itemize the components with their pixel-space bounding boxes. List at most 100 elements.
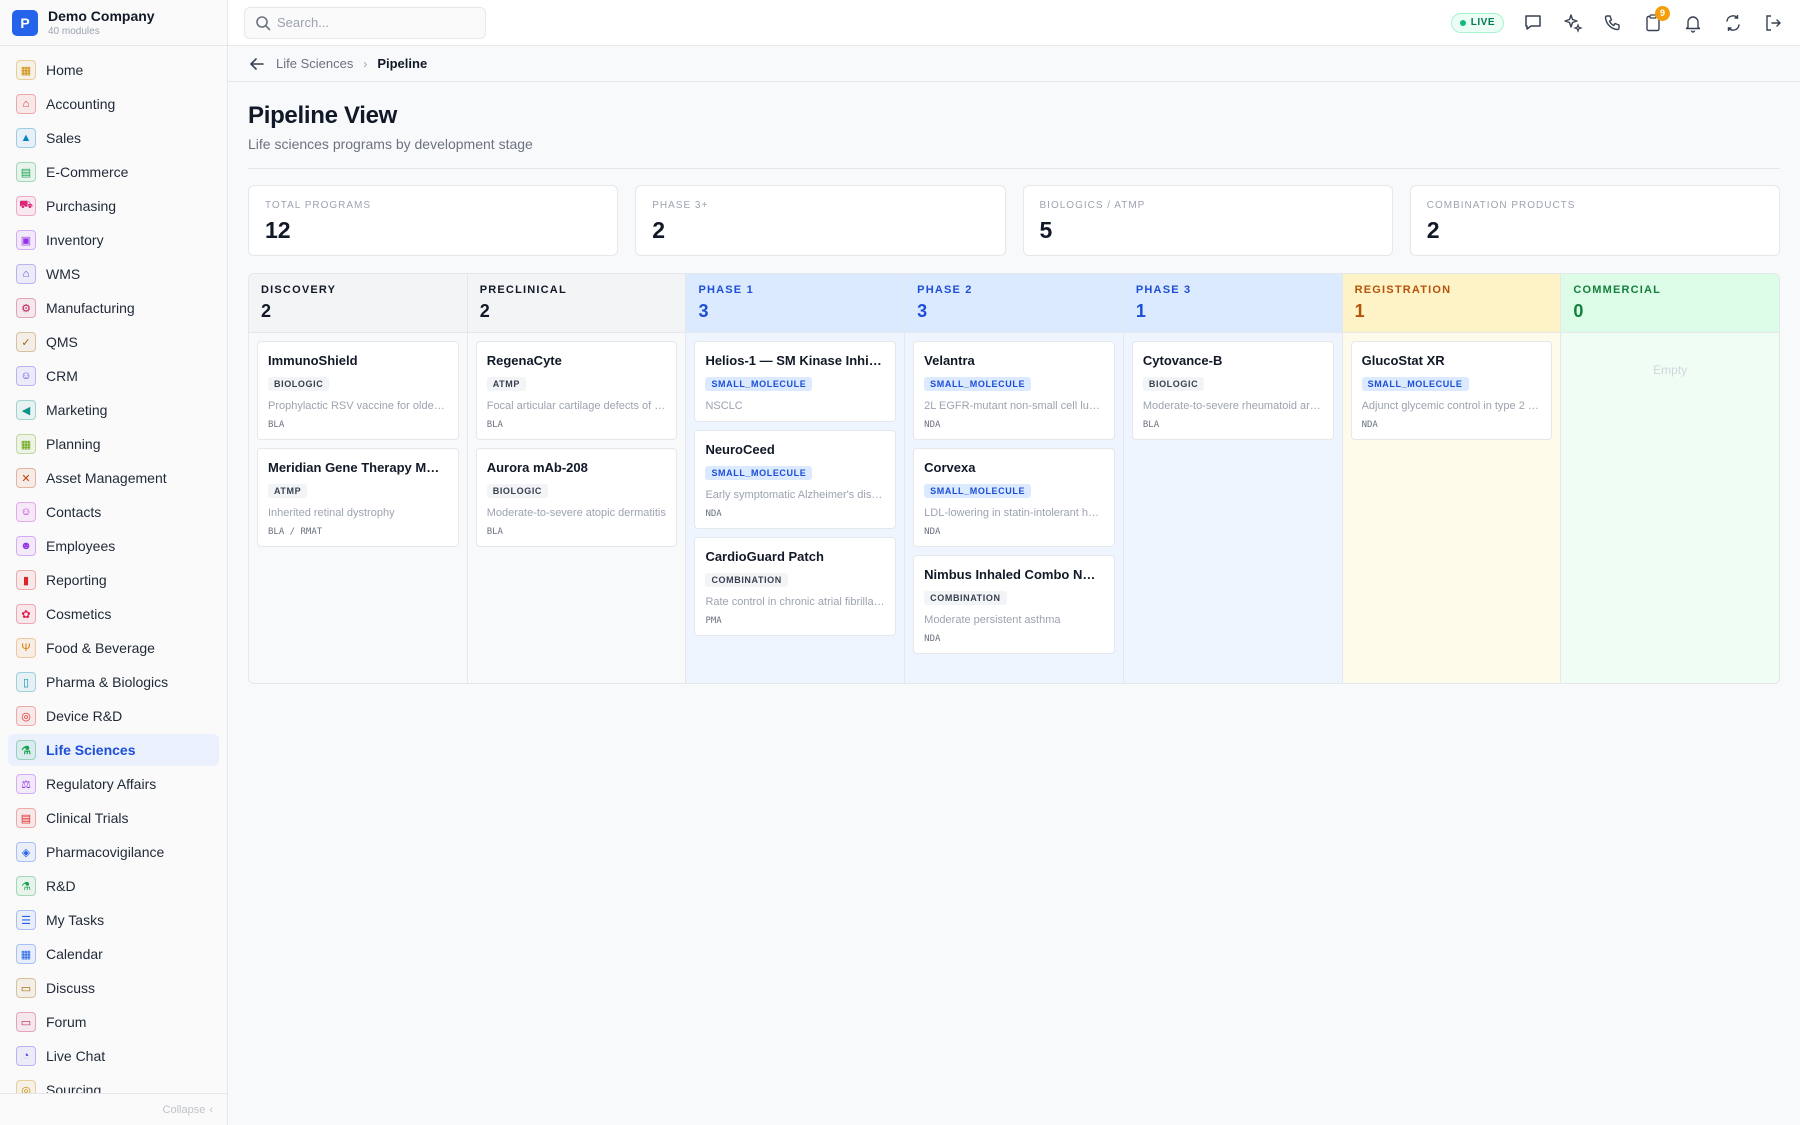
program-indication: Prophylactic RSV vaccine for older adult… [268, 400, 448, 412]
stat-label: PHASE 3+ [652, 200, 709, 211]
refresh-icon[interactable] [1722, 12, 1744, 34]
sidebar-item-contacts[interactable]: ☺ Contacts [8, 496, 219, 528]
sidebar-item-asset-management[interactable]: ✕ Asset Management [8, 462, 219, 494]
stage-count: 3 [698, 301, 709, 321]
brand-header[interactable]: P Demo Company 40 modules [0, 0, 227, 46]
sidebar-item-label: QMS [46, 334, 78, 350]
program-card[interactable]: GlucoStat XR SMALL_MOLECULE Adjunct glycem… [1350, 341, 1553, 440]
sidebar-item-planning[interactable]: ▦ Planning [8, 428, 219, 460]
calendar-icon: ▦ [16, 944, 36, 964]
program-title: CardioGuard Patch [705, 549, 824, 564]
flask-icon: ⚗ [16, 876, 36, 896]
clipboard-notes-icon[interactable]: 9 [1642, 5, 1670, 34]
regulatory-pathway: BLA [486, 527, 503, 537]
program-indication: Early symptomatic Alzheimer's disease [705, 489, 886, 501]
sidebar-item-reporting[interactable]: ▮ Reporting [8, 564, 219, 596]
chat-icon[interactable] [1522, 12, 1544, 34]
regulatory-pathway: BLA / RMAT [268, 527, 323, 537]
search-icon [256, 15, 271, 30]
regulatory-pathway: NDA [924, 634, 941, 644]
sidebar-item-marketing[interactable]: ◀ Marketing [8, 394, 219, 426]
program-card[interactable]: Cytovance-B BIOLOGIC Moderate-to-severe rh… [1131, 341, 1334, 440]
program-card[interactable]: Aurora mAb-208 BIOLOGIC Moderate-to-severe… [475, 448, 678, 547]
sidebar-item-live-chat[interactable]: ◔ Live Chat [8, 1040, 219, 1072]
modality-tag: BIOLOGIC [486, 484, 549, 498]
sidebar-item-label: E-Commerce [46, 164, 129, 180]
sidebar-item-crm[interactable]: ☺ CRM [8, 360, 219, 392]
phone-icon[interactable] [1602, 12, 1624, 34]
program-card[interactable]: Velantra SMALL_MOLECULE 2L EGFR-mutant non… [913, 341, 1115, 440]
stage-column-preclinical: PRECLINICAL 2 RegenaCyte ATMP Focal articula… [467, 274, 687, 683]
sidebar-item-calendar[interactable]: ▦ Calendar [8, 938, 219, 970]
sidebar-item-inventory[interactable]: ▣ Inventory [8, 224, 219, 256]
stage-count: 1 [1354, 301, 1365, 321]
logout-icon[interactable] [1762, 12, 1784, 34]
bell-icon[interactable] [1682, 12, 1704, 34]
sidebar-item-device-randd[interactable]: ◎ Device R&D [8, 700, 219, 732]
sidebar-item-label: Cosmetics [46, 606, 112, 622]
sidebar-item-accounting[interactable]: ⌂ Accounting [8, 88, 219, 120]
device-icon: ◎ [16, 706, 36, 726]
sidebar-item-pharmacovigilance[interactable]: ◈ Pharmacovigilance [8, 836, 219, 868]
sidebar-item-e-commerce[interactable]: ▤ E-Commerce [8, 156, 219, 188]
box-icon: ▣ [16, 230, 36, 250]
sidebar-item-forum[interactable]: ▭ Forum [8, 1006, 219, 1038]
calendar-plan-icon: ▦ [16, 434, 36, 454]
sidebar-item-life-sciences[interactable]: ⚗ Life Sciences [8, 734, 219, 766]
sidebar-item-label: Clinical Trials [46, 810, 129, 826]
employee-icon: ☻ [16, 536, 36, 556]
program-title: Helios-1 — SM Kinase Inhibitor [705, 353, 886, 368]
sidebar-item-sourcing[interactable]: ◎ Sourcing [8, 1074, 219, 1093]
program-indication: LDL-lowering in statin-intolerant hyperc… [924, 507, 1104, 519]
sidebar-item-home[interactable]: ▦ Home [8, 54, 219, 86]
search-box[interactable] [244, 6, 486, 39]
factory-icon: ⚙ [16, 298, 36, 318]
modality-tag: SMALL_MOLECULE [705, 377, 813, 391]
program-card[interactable]: Corvexa SMALL_MOLECULE LDL-lowering in sta… [913, 448, 1115, 547]
breadcrumb-current: Pipeline [377, 56, 428, 71]
stage-cards: Empty [1561, 333, 1779, 683]
program-indication: Inherited retinal dystrophy [268, 507, 395, 519]
program-card[interactable]: RegenaCyte ATMP Focal articular cartilage … [475, 341, 678, 440]
program-card[interactable]: CardioGuard Patch COMBINATION Rate control… [694, 537, 897, 636]
stage-name: DISCOVERY [261, 284, 337, 296]
sidebar-item-sales[interactable]: ▲ Sales [8, 122, 219, 154]
program-title: Nimbus Inhaled Combo NB-12 [924, 567, 1104, 582]
sidebar-item-clinical-trials[interactable]: ▤ Clinical Trials [8, 802, 219, 834]
sidebar-item-food-and-beverage[interactable]: Ψ Food & Beverage [8, 632, 219, 664]
sidebar-item-employees[interactable]: ☻ Employees [8, 530, 219, 562]
sidebar-item-wms[interactable]: ⌂ WMS [8, 258, 219, 290]
program-card[interactable]: Helios-1 — SM Kinase Inhibitor SMALL_MOLE… [694, 341, 897, 422]
sidebar-item-discuss[interactable]: ▭ Discuss [8, 972, 219, 1004]
program-card[interactable]: Meridian Gene Therapy MGT-01 ATMP Inherite… [257, 448, 459, 547]
program-indication: NSCLC [705, 400, 743, 412]
breadcrumb-parent-link[interactable]: Life Sciences [276, 56, 353, 71]
page-title: Pipeline View [248, 102, 398, 129]
collapse-button[interactable]: Collapse ‹ [0, 1093, 227, 1125]
program-card[interactable]: ImmunoShield BIOLOGIC Prophylactic RSV vac… [257, 341, 459, 440]
sidebar-item-randd[interactable]: ⚗ R&D [8, 870, 219, 902]
program-card[interactable]: NeuroCeed SMALL_MOLECULE Early symptomatic… [694, 430, 897, 529]
back-arrow-icon[interactable] [248, 55, 266, 73]
sidebar-item-label: Inventory [46, 232, 104, 248]
tools-icon: ✕ [16, 468, 36, 488]
sidebar-item-qms[interactable]: ✓ QMS [8, 326, 219, 358]
sidebar-item-my-tasks[interactable]: ☰ My Tasks [8, 904, 219, 936]
page-content: Pipeline View Life sciences programs by … [228, 82, 1800, 684]
search-input[interactable] [277, 15, 467, 30]
sidebar-item-pharma-and-biologics[interactable]: ▯ Pharma & Biologics [8, 666, 219, 698]
company-logo: P [12, 9, 38, 36]
sidebar-item-regulatory-affairs[interactable]: ⚖ Regulatory Affairs [8, 768, 219, 800]
bar-chart-icon: ▮ [16, 570, 36, 590]
sidebar-item-label: Calendar [46, 946, 103, 962]
sidebar-item-manufacturing[interactable]: ⚙ Manufacturing [8, 292, 219, 324]
program-card[interactable]: Nimbus Inhaled Combo NB-12 COMBINATION Mod… [913, 555, 1115, 654]
stage-header: PHASE 2 3 [905, 274, 1123, 333]
sidebar-item-label: Marketing [46, 402, 108, 418]
regulatory-pathway: BLA [1142, 420, 1160, 430]
stage-name: PHASE 2 [917, 284, 973, 296]
sparkle-ai-icon[interactable] [1562, 12, 1584, 34]
sidebar-item-cosmetics[interactable]: ✿ Cosmetics [8, 598, 219, 630]
sidebar-item-purchasing[interactable]: ⛟ Purchasing [8, 190, 219, 222]
sales-icon: ▲ [16, 128, 36, 148]
